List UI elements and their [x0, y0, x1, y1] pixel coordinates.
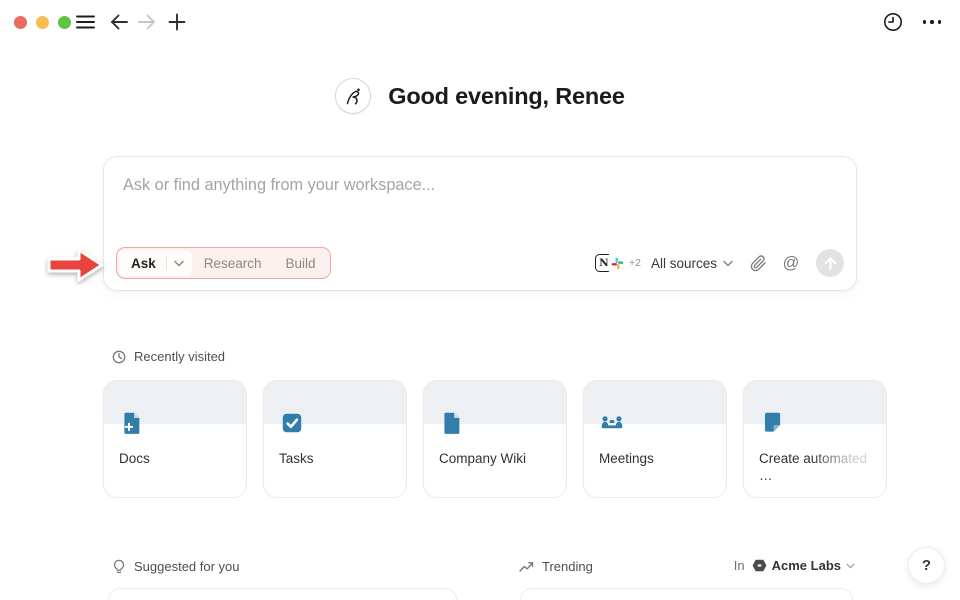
page-icon — [439, 410, 465, 441]
card-label: Docs — [119, 451, 150, 466]
workspace-name: Acme Labs — [771, 558, 841, 573]
plus-icon — [168, 13, 186, 31]
card-meetings[interactable]: Meetings — [583, 380, 727, 498]
all-sources-selector[interactable]: All sources — [651, 256, 733, 271]
doc-add-icon — [119, 410, 145, 441]
card-docs[interactable]: Docs — [103, 380, 247, 498]
greeting-header: Good evening, Renee — [0, 76, 960, 116]
ask-composer: Ask Research Build N — [103, 156, 857, 291]
new-tab-button[interactable] — [165, 10, 189, 34]
paperclip-icon — [750, 254, 766, 271]
close-window-button[interactable] — [14, 16, 27, 29]
workspace-prefix: In — [733, 558, 745, 573]
card-tasks[interactable]: Tasks — [263, 380, 407, 498]
ask-input[interactable] — [123, 172, 837, 198]
more-options-button[interactable] — [920, 10, 944, 34]
all-sources-label: All sources — [650, 255, 717, 271]
sidebar-menu-button[interactable] — [73, 10, 97, 34]
annotation-arrow — [47, 248, 104, 282]
trending-card-stub[interactable] — [520, 588, 853, 600]
chevron-down-icon — [174, 260, 184, 267]
extra-sources-count: +2 — [628, 257, 641, 269]
workspace-logo-icon — [752, 559, 767, 572]
clock-icon — [112, 350, 126, 363]
chevron-down-icon — [846, 563, 855, 568]
card-label: Meetings — [599, 451, 654, 466]
hamburger-icon — [75, 15, 95, 29]
trending-title: Trending — [542, 559, 593, 574]
divider — [165, 256, 167, 270]
trending-header: Trending — [519, 559, 593, 574]
chevron-down-icon — [723, 260, 733, 266]
recently-visited-header: Recently visited — [112, 349, 225, 364]
clock-icon — [884, 13, 902, 31]
card-label: Tasks — [279, 451, 314, 466]
workspace-selector[interactable]: In Acme Labs — [734, 558, 855, 573]
card-create-automated[interactable]: Create automated … — [743, 380, 887, 498]
slack-icon — [608, 254, 627, 272]
ai-face-icon — [347, 88, 361, 105]
card-company-wiki[interactable]: Company Wiki — [423, 380, 567, 498]
mode-build-button[interactable]: Build — [274, 256, 328, 271]
card-label: Create automated … — [759, 451, 868, 483]
mention-button[interactable]: @ — [778, 250, 804, 276]
history-button[interactable] — [881, 10, 905, 34]
connected-sources[interactable]: N +2 — [594, 254, 641, 272]
back-arrow-icon — [111, 14, 128, 30]
attach-file-button[interactable] — [745, 250, 771, 276]
notion-home-window: Good evening, Renee Ask Research Build — [0, 0, 960, 600]
forward-button[interactable] — [135, 10, 159, 34]
window-controls — [14, 16, 71, 29]
mode-switcher: Ask Research Build — [116, 247, 331, 279]
zoom-window-button[interactable] — [58, 16, 71, 29]
help-label: ? — [921, 557, 932, 574]
composer-toolbar: Ask Research Build N +2 All sources @ — [116, 247, 844, 279]
help-button[interactable]: ? — [908, 547, 945, 584]
back-button[interactable] — [107, 10, 131, 34]
titlebar — [0, 0, 960, 44]
mode-ask-label: Ask — [131, 255, 156, 271]
mode-research-button[interactable]: Research — [192, 256, 274, 271]
card-label: Company Wiki — [439, 451, 527, 466]
at-sign-icon: @ — [782, 253, 800, 272]
minimize-window-button[interactable] — [36, 16, 49, 29]
suggested-card-stub[interactable] — [108, 588, 457, 600]
checkbox-icon — [279, 410, 305, 441]
composer-actions: N +2 All sources @ — [594, 249, 844, 277]
trending-up-icon — [519, 561, 534, 572]
lightbulb-icon — [113, 559, 125, 574]
suggested-header: Suggested for you — [112, 559, 240, 574]
recently-visited-title: Recently visited — [134, 349, 226, 364]
arrow-up-icon — [824, 256, 836, 270]
ellipsis-icon — [922, 20, 942, 24]
send-button[interactable] — [816, 249, 844, 277]
meeting-icon — [599, 410, 625, 441]
ai-face-avatar — [335, 78, 372, 114]
suggested-title: Suggested for you — [134, 559, 240, 574]
mode-ask-button[interactable]: Ask — [119, 250, 192, 276]
forward-arrow-icon — [138, 14, 155, 30]
recently-visited-cards: Docs Tasks Company Wiki Meetings Create … — [103, 380, 887, 498]
greeting-title: Good evening, Renee — [388, 82, 625, 109]
template-icon — [759, 410, 785, 441]
